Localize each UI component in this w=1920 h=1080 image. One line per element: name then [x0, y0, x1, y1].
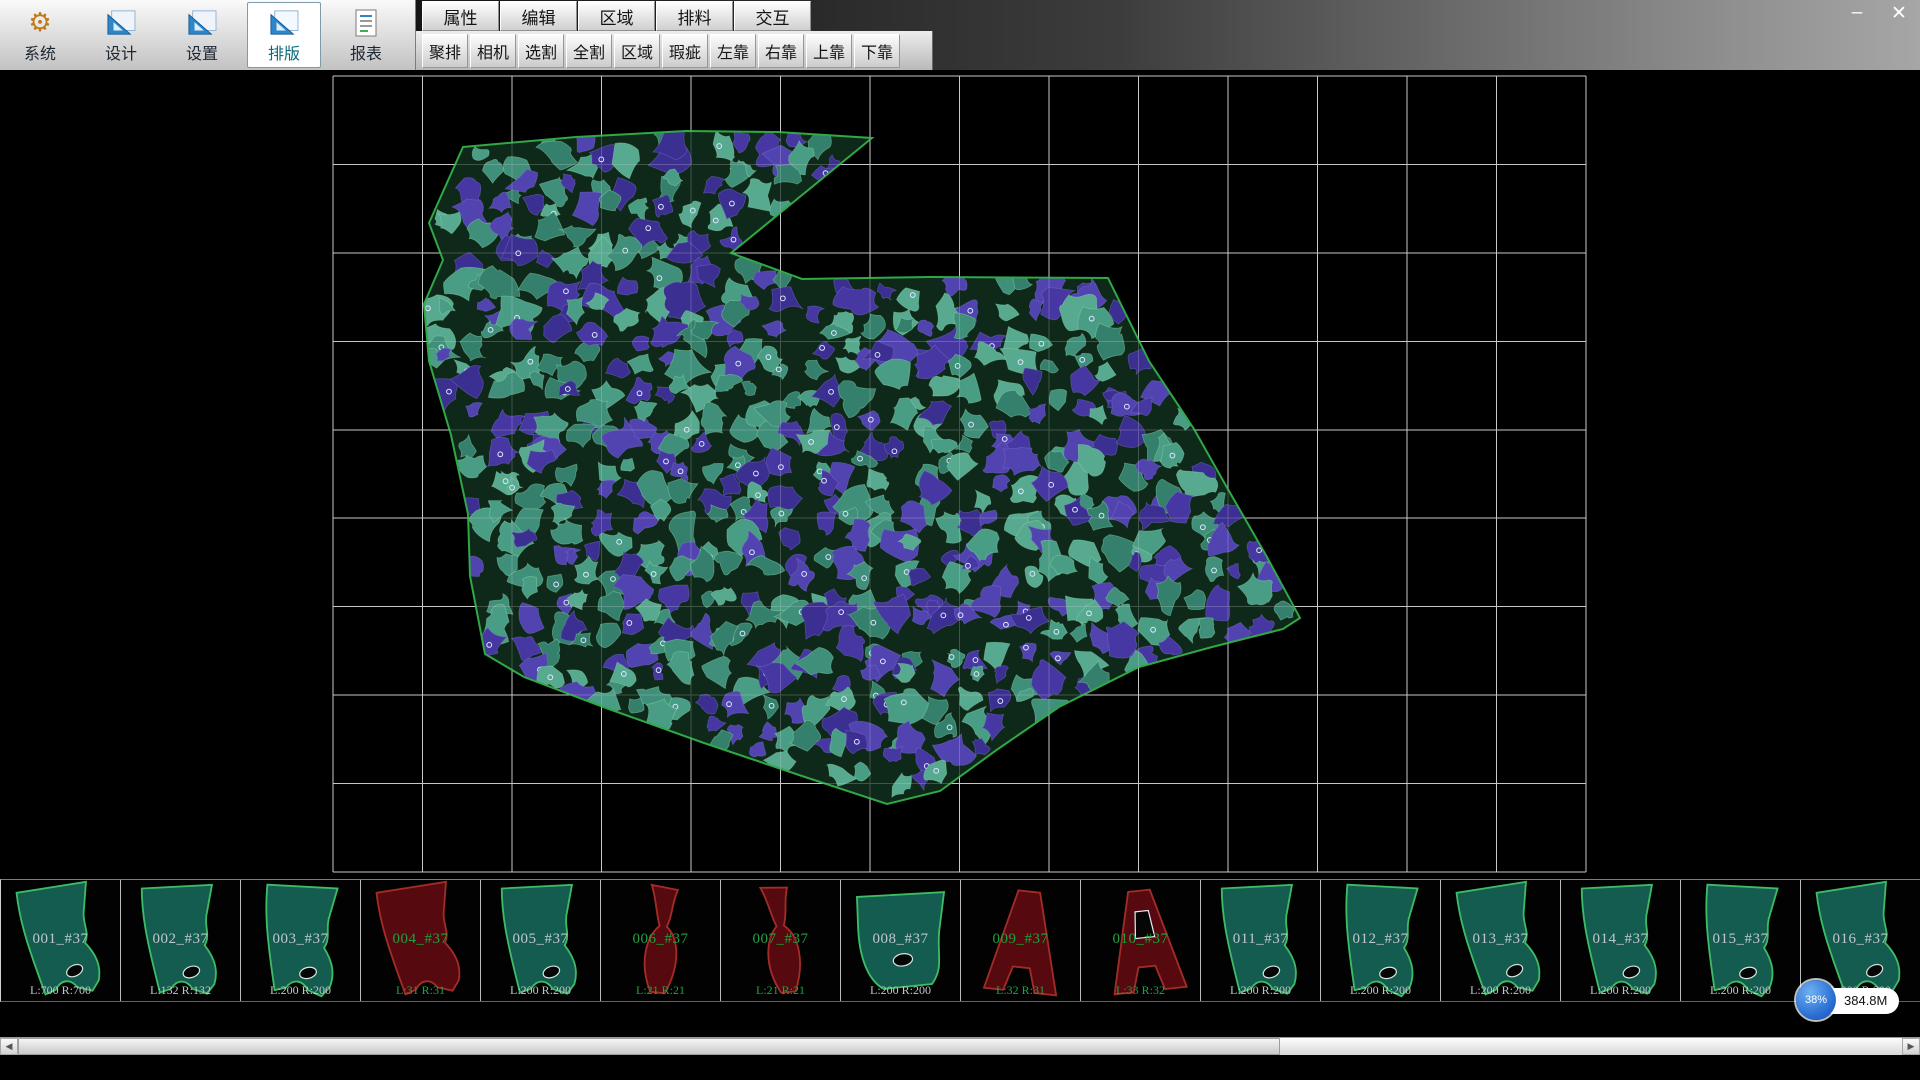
piece-thumbnail[interactable]: 009_#37 L:32 R:31: [961, 880, 1081, 1001]
tool-cut-all[interactable]: 全割: [566, 34, 612, 68]
memory-status: 384.8M 38%: [1796, 980, 1898, 1022]
app-header: ⚙ 系统 设计: [0, 0, 1920, 70]
piece-lr-count: L:31 R:31: [361, 983, 480, 998]
window-controls: – ✕: [1844, 2, 1912, 24]
piece-lr-count: L:132 R:132: [121, 983, 240, 998]
tool-defect[interactable]: 瑕疵: [662, 34, 708, 68]
piece-thumbnail[interactable]: 012_#37 L:200 R:200: [1321, 880, 1441, 1001]
window-minimize-button[interactable]: –: [1844, 2, 1870, 24]
piece-name: 002_#37: [121, 931, 240, 948]
piece-name: 001_#37: [1, 931, 120, 948]
module-label: 报表: [350, 40, 382, 64]
piece-lr-count: L:200 R:200: [1321, 983, 1440, 998]
piece-thumbnail[interactable]: 008_#37 L:200 R:200: [841, 880, 961, 1001]
piece-lr-count: L:200 R:200: [1561, 983, 1680, 998]
scrollbar-thumb[interactable]: [18, 1038, 1280, 1055]
module-layout[interactable]: 排版: [247, 2, 321, 68]
module-settings[interactable]: 设置: [166, 2, 238, 68]
piece-name: 016_#37: [1801, 931, 1920, 948]
tab-properties[interactable]: 属性: [422, 1, 499, 31]
piece-thumbnail[interactable]: 011_#37 L:200 R:200: [1201, 880, 1321, 1001]
module-report[interactable]: 报表: [330, 2, 402, 68]
piece-name: 004_#37: [361, 931, 480, 948]
piece-lr-count: L:21 R:21: [601, 983, 720, 998]
tool-camera[interactable]: 相机: [470, 34, 516, 68]
tab-nesting[interactable]: 排料: [656, 1, 733, 31]
tool-align-left[interactable]: 左靠: [710, 34, 756, 68]
tab-region[interactable]: 区域: [578, 1, 655, 31]
module-design[interactable]: 设计: [85, 2, 157, 68]
tool-select-cut[interactable]: 选割: [518, 34, 564, 68]
tool-align-right[interactable]: 右靠: [758, 34, 804, 68]
piece-name: 014_#37: [1561, 931, 1680, 948]
progress-percent: 38%: [1805, 994, 1827, 1006]
piece-name: 015_#37: [1681, 931, 1800, 948]
piece-lr-count: L:200 R:200: [1441, 983, 1560, 998]
app-window: ⚙ 系统 设计: [0, 0, 1920, 1080]
piece-name: 012_#37: [1321, 931, 1440, 948]
system-gear-icon: ⚙: [28, 7, 51, 39]
piece-lr-count: L:33 R:32: [1081, 983, 1200, 998]
piece-thumbnail[interactable]: 007_#37 L:21 R:21: [721, 880, 841, 1001]
piece-thumbnail[interactable]: 015_#37 L:200 R:200: [1681, 880, 1801, 1001]
tool-align-bottom[interactable]: 下靠: [854, 34, 900, 68]
piece-name: 003_#37: [241, 931, 360, 948]
piece-name: 008_#37: [841, 931, 960, 948]
layout-ruler-icon: [267, 7, 301, 39]
module-system[interactable]: ⚙ 系统: [4, 2, 76, 68]
piece-lr-count: L:200 R:200: [1201, 983, 1320, 998]
piece-name: 007_#37: [721, 931, 840, 948]
canvas-area: [0, 70, 1920, 879]
piece-lr-count: L:200 R:200: [841, 983, 960, 998]
module-toolbar: ⚙ 系统 设计: [0, 0, 416, 70]
horizontal-scrollbar[interactable]: ◀ ▶: [0, 1037, 1920, 1055]
piece-thumbnail[interactable]: 013_#37 L:200 R:200: [1441, 880, 1561, 1001]
piece-lr-count: L:200 R:200: [481, 983, 600, 998]
nesting-canvas[interactable]: [0, 70, 1920, 879]
piece-name: 006_#37: [601, 931, 720, 948]
piece-thumbnail[interactable]: 006_#37 L:21 R:21: [601, 880, 721, 1001]
piece-lr-count: L:32 R:31: [961, 983, 1080, 998]
menu-tab-bar: 属性 编辑 区域 排料 交互: [422, 1, 812, 31]
design-ruler-icon: [104, 7, 138, 39]
thumbnail-strip: 001_#37L:700 R:700002_#37L:132 R:132003_…: [0, 879, 1920, 1002]
piece-lr-count: L:700 R:700: [1, 983, 120, 998]
settings-ruler-icon: [185, 7, 219, 39]
piece-thumbnail[interactable]: 010_#37 L:33 R:32: [1081, 880, 1201, 1001]
piece-lr-count: L:200 R:200: [241, 983, 360, 998]
piece-name: 013_#37: [1441, 931, 1560, 948]
module-label: 设计: [105, 40, 137, 64]
piece-thumbnail[interactable]: 001_#37 L:700 R:700: [1, 880, 121, 1001]
window-close-button[interactable]: ✕: [1886, 2, 1912, 24]
piece-name: 005_#37: [481, 931, 600, 948]
piece-lr-count: L:21 R:21: [721, 983, 840, 998]
piece-thumbnail[interactable]: 014_#37 L:200 R:200: [1561, 880, 1681, 1001]
piece-name: 011_#37: [1201, 931, 1320, 948]
scroll-left-arrow-icon[interactable]: ◀: [0, 1038, 18, 1055]
progress-circle: 38%: [1796, 980, 1836, 1020]
scroll-right-arrow-icon[interactable]: ▶: [1902, 1038, 1920, 1055]
module-label: 设置: [186, 40, 218, 64]
tool-region[interactable]: 区域: [614, 34, 660, 68]
piece-name: 009_#37: [961, 931, 1080, 948]
piece-name: 010_#37: [1081, 931, 1200, 948]
tab-interaction[interactable]: 交互: [734, 1, 811, 31]
report-document-icon: [351, 7, 381, 39]
tab-edit[interactable]: 编辑: [500, 1, 577, 31]
piece-thumbnail[interactable]: 005_#37 L:200 R:200: [481, 880, 601, 1001]
tool-cluster-nest[interactable]: 聚排: [422, 34, 468, 68]
tool-align-top[interactable]: 上靠: [806, 34, 852, 68]
module-label: 排版: [268, 40, 300, 64]
piece-thumbnail[interactable]: 003_#37 L:200 R:200: [241, 880, 361, 1001]
module-label: 系统: [24, 40, 56, 64]
piece-thumbnail[interactable]: 002_#37 L:132 R:132: [121, 880, 241, 1001]
piece-thumbnail[interactable]: 004_#37 L:31 R:31: [361, 880, 481, 1001]
tool-bar: 聚排 相机 选割 全割 区域 瑕疵 左靠 右靠 上靠 下靠: [422, 34, 900, 68]
piece-lr-count: L:200 R:200: [1681, 983, 1800, 998]
